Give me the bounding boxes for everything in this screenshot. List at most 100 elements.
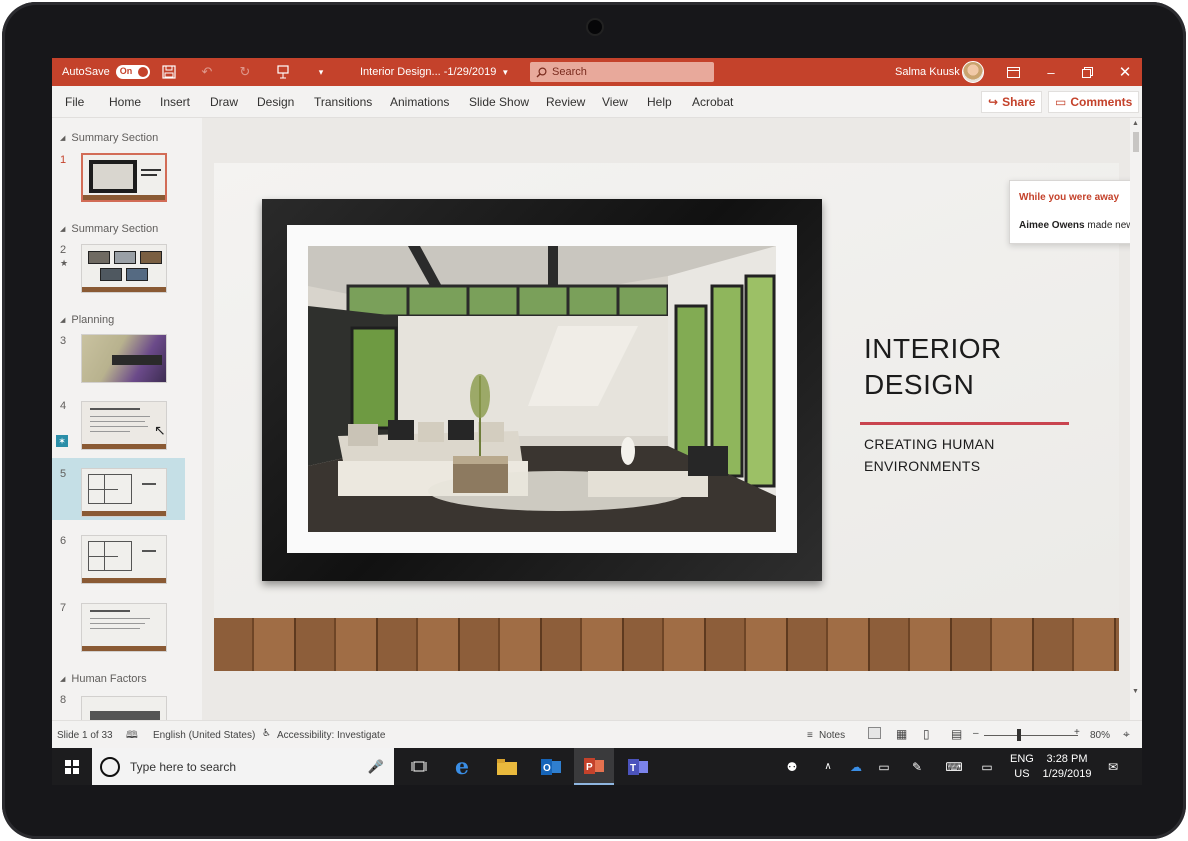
menu-draw[interactable]: Draw <box>210 95 238 109</box>
customize-toolbar-icon[interactable]: ▾ <box>310 58 332 86</box>
slide-thumbnail-6[interactable] <box>81 535 167 584</box>
status-bar: Slide 1 of 33 🕮 English (United States) … <box>52 720 1142 748</box>
slide-editing-area[interactable]: INTERIOR DESIGN CREATING HUMAN ENVIRONME… <box>202 118 1142 720</box>
picture-mat <box>287 225 797 553</box>
normal-view-icon[interactable] <box>868 727 881 739</box>
slide-subtitle-line: CREATING HUMAN <box>864 436 995 452</box>
user-name[interactable]: Salma Kuusk <box>895 58 960 86</box>
interior-photo[interactable] <box>308 246 776 532</box>
taskbar-search-input[interactable]: Type here to search 🎤 <box>92 748 394 785</box>
touch-keyboard-icon[interactable]: ⌨ <box>940 748 968 785</box>
teams-icon[interactable]: T <box>618 748 658 785</box>
comments-button[interactable]: ▭ Comments <box>1048 91 1140 113</box>
share-button[interactable]: ↪ Share <box>981 91 1043 113</box>
slide-title[interactable]: INTERIOR DESIGN <box>864 331 1002 403</box>
title-bar: AutoSave On ↶ ↻ ▾ Interior Design... -1/… <box>52 58 1142 86</box>
slide-subtitle[interactable]: CREATING HUMAN ENVIRONMENTS <box>864 433 1044 477</box>
edge-browser-icon[interactable]: e <box>442 748 482 785</box>
document-title[interactable]: Interior Design... -1/29/2019 ▼ <box>360 58 509 86</box>
autosave-control[interactable]: AutoSave On <box>62 58 150 86</box>
section-header[interactable]: ◢ Summary Section <box>60 132 158 144</box>
autosave-label: AutoSave <box>62 66 110 78</box>
minimize-icon[interactable]: – <box>1040 58 1062 86</box>
slide-thumbnails-panel: ◢ Summary Section 1 ◢ Summary Section 2 ★ … <box>52 118 202 720</box>
slide-thumbnail-7[interactable] <box>81 603 167 652</box>
present-icon[interactable] <box>272 58 294 86</box>
input-language[interactable]: ENG US <box>1010 752 1034 782</box>
zoom-slider-knob[interactable] <box>1017 729 1021 741</box>
restore-icon[interactable] <box>1076 58 1098 86</box>
menu-view[interactable]: View <box>602 95 628 109</box>
outlook-icon[interactable]: O <box>531 748 571 785</box>
clock[interactable]: 3:28 PM 1/29/2019 <box>1042 752 1092 782</box>
section-label: Summary Section <box>71 132 159 144</box>
language-code: ENG <box>1010 753 1034 765</box>
save-icon[interactable] <box>158 58 180 86</box>
ribbon-display-icon[interactable] <box>1002 58 1024 86</box>
slide-thumbnail-3[interactable] <box>81 334 167 383</box>
picture-frame[interactable] <box>262 199 822 581</box>
scroll-up-icon[interactable]: ▲ <box>1132 120 1139 127</box>
menu-home[interactable]: Home <box>109 95 141 109</box>
search-input[interactable]: Search <box>530 62 714 82</box>
section-label: Planning <box>71 314 115 326</box>
scrollbar-thumb[interactable] <box>1133 132 1139 152</box>
avatar[interactable] <box>962 58 984 86</box>
task-view-icon[interactable] <box>399 748 439 785</box>
slide-sorter-icon[interactable]: ▦ <box>896 727 907 741</box>
close-icon[interactable]: ✕ <box>1114 58 1136 86</box>
zoom-level[interactable]: 80% <box>1090 730 1110 741</box>
notifications-icon[interactable]: ✉ <box>1102 748 1124 785</box>
language-status[interactable]: English (United States) <box>153 730 255 741</box>
menu-insert[interactable]: Insert <box>160 95 190 109</box>
redo-icon[interactable]: ↻ <box>234 58 256 86</box>
reading-view-icon[interactable]: ▯ <box>923 727 930 741</box>
spelling-icon[interactable]: 🕮 <box>126 728 138 745</box>
slide-subtitle-line: ENVIRONMENTS <box>864 458 981 474</box>
scroll-down-icon[interactable]: ▼ <box>1132 688 1139 695</box>
battery-icon[interactable]: ▭ <box>872 748 896 785</box>
section-header[interactable]: ◢ Human Factors <box>60 673 147 685</box>
zoom-slider[interactable] <box>984 735 1078 736</box>
screen: AutoSave On ↶ ↻ ▾ Interior Design... -1/… <box>52 58 1142 785</box>
accessibility-icon: ♿ <box>262 728 271 739</box>
slide-thumbnail-2[interactable] <box>81 244 167 293</box>
section-header[interactable]: ◢ Summary Section <box>60 223 158 235</box>
slide-thumbnail-5[interactable] <box>81 468 167 517</box>
menu-animations[interactable]: Animations <box>390 95 449 109</box>
taskbar-search-placeholder: Type here to search <box>130 759 237 774</box>
menu-transitions[interactable]: Transitions <box>314 95 372 109</box>
slide-thumbnail-8[interactable] <box>81 696 167 720</box>
slide-thumbnail-1[interactable] <box>81 153 167 202</box>
living-room-image <box>308 246 776 532</box>
tablet-device: AutoSave On ↶ ↻ ▾ Interior Design... -1/… <box>2 2 1186 839</box>
search-placeholder: Search <box>552 66 587 78</box>
section-header[interactable]: ◢ Planning <box>60 314 114 326</box>
autosave-toggle[interactable]: On <box>115 65 150 79</box>
tablet-mode-icon[interactable]: ▭ <box>975 748 999 785</box>
zoom-out-icon[interactable]: – <box>973 728 979 739</box>
accessibility-status[interactable]: Accessibility: Investigate <box>277 730 385 741</box>
vertical-scrollbar[interactable]: ▲ ▼ <box>1130 118 1142 720</box>
zoom-in-icon[interactable]: + <box>1074 727 1080 738</box>
notes-button[interactable]: Notes <box>819 730 845 741</box>
people-icon[interactable]: ⚉ <box>780 748 804 785</box>
fit-slide-icon[interactable]: ⌖ <box>1123 727 1130 742</box>
menu-slide-show[interactable]: Slide Show <box>469 95 529 109</box>
onedrive-icon[interactable]: ☁ <box>844 748 868 785</box>
menu-acrobat[interactable]: Acrobat <box>692 95 733 109</box>
menu-file[interactable]: File <box>65 95 84 109</box>
slideshow-view-icon[interactable]: ▤ <box>951 727 962 741</box>
current-slide[interactable]: INTERIOR DESIGN CREATING HUMAN ENVIRONME… <box>214 163 1119 671</box>
menu-design[interactable]: Design <box>257 95 294 109</box>
pen-icon[interactable]: ✎ <box>905 748 929 785</box>
menu-help[interactable]: Help <box>647 95 672 109</box>
show-hidden-icons-icon[interactable]: ∧ <box>816 748 840 785</box>
svg-text:O: O <box>543 763 551 774</box>
microphone-icon[interactable]: 🎤 <box>368 759 384 775</box>
undo-icon[interactable]: ↶ <box>196 58 218 86</box>
menu-review[interactable]: Review <box>546 95 585 109</box>
powerpoint-icon[interactable]: P <box>574 748 614 785</box>
file-explorer-icon[interactable] <box>487 748 527 785</box>
start-button[interactable] <box>52 748 92 785</box>
